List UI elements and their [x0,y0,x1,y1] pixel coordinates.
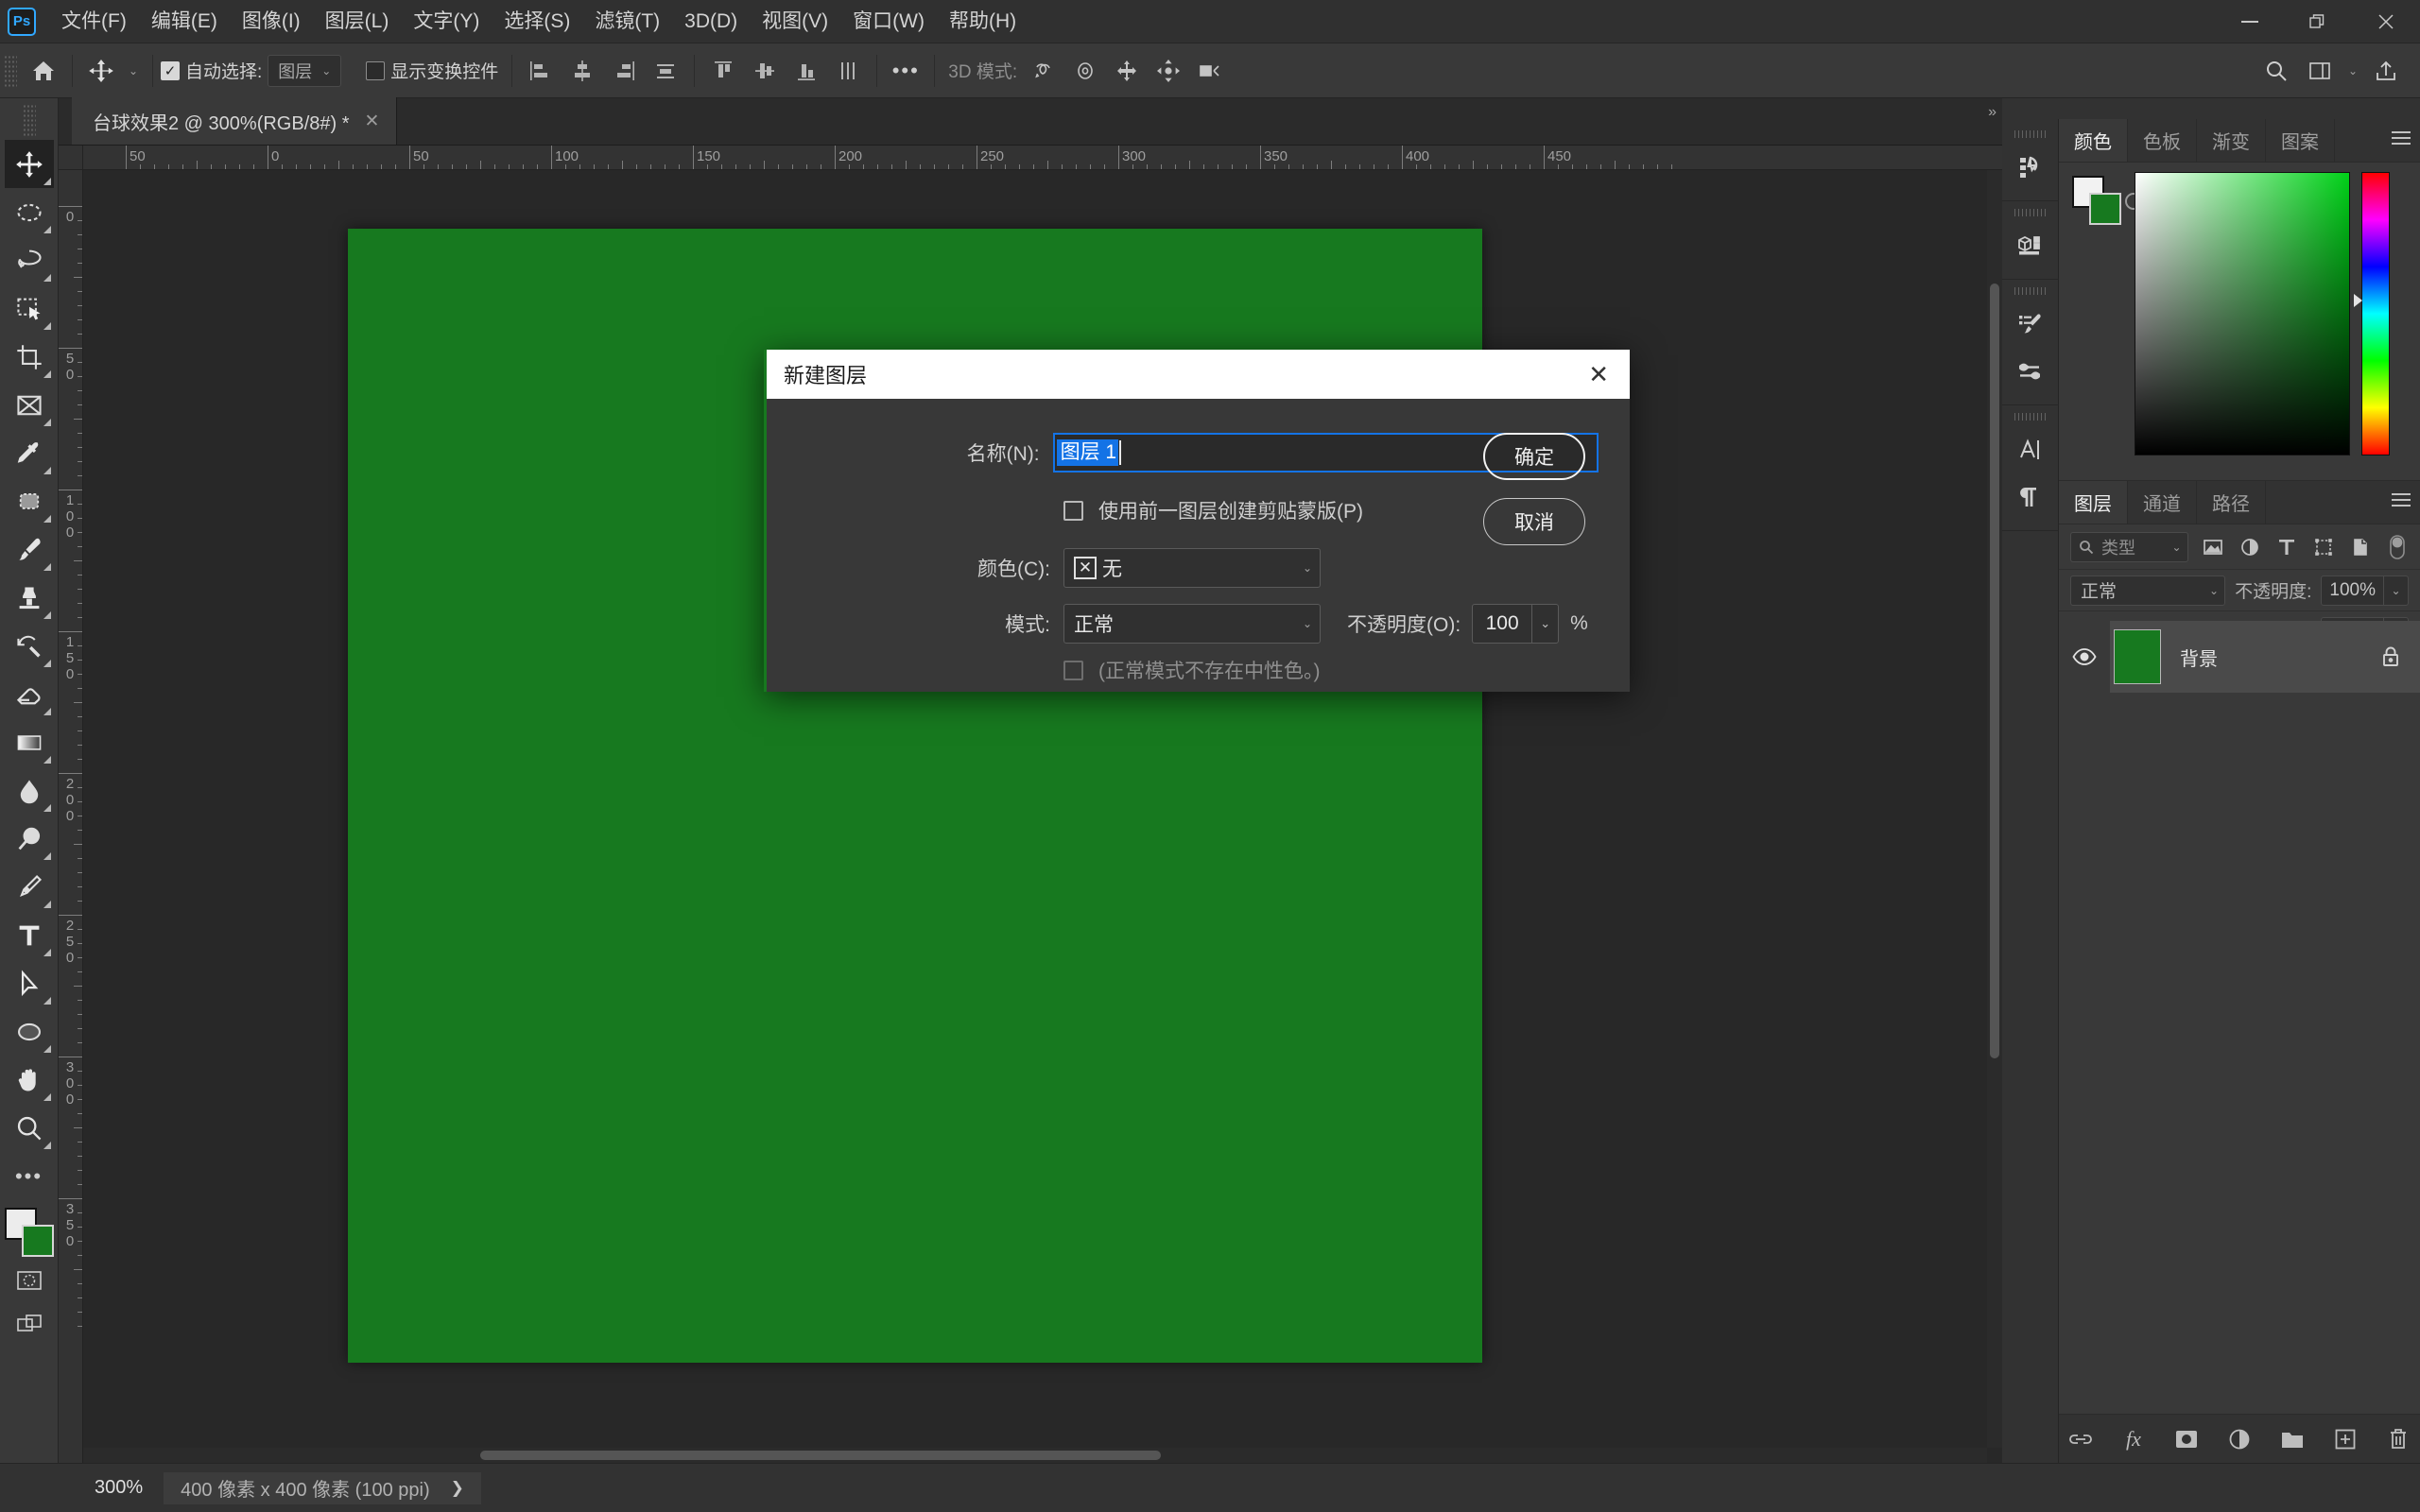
blend-mode-dropdown[interactable]: 正常 ⌄ [1063,604,1321,644]
cancel-button[interactable]: 取消 [1483,498,1585,545]
chevron-down-icon: ⌄ [1302,561,1312,575]
opacity-input[interactable]: 100 ⌄ [1472,604,1560,644]
dialog-title-bar: 新建图层 ✕ [767,350,1630,399]
opacity-label: 不透明度(O): [1347,614,1461,636]
clipping-mask-label: 使用前一图层创建剪贴蒙版(P) [1098,501,1363,523]
photoshop-window: Ps 文件(F) 编辑(E) 图像(I) 图层(L) 文字(Y) 选择(S) 滤… [0,0,2420,1512]
clipping-mask-checkbox[interactable] [1063,500,1083,521]
blend-mode-value: 正常 [1074,614,1114,636]
percent-label: % [1570,612,1588,634]
name-label: 名称(N): [966,443,1040,465]
text-caret [1119,440,1122,465]
ok-button[interactable]: 确定 [1483,433,1585,480]
chevron-down-icon: ⌄ [1302,617,1312,630]
dialog-title: 新建图层 [784,364,868,387]
layer-color-dropdown[interactable]: ✕ 无 ⌄ [1063,548,1321,588]
new-layer-dialog: 新建图层 ✕ 名称(N): 图层 1 使用前一图层创建剪贴蒙版(P) 颜色(C)… [764,350,1630,692]
layer-name-value: 图层 1 [1056,438,1119,467]
ok-button-label: 确定 [1514,447,1554,469]
chevron-down-icon[interactable]: ⌄ [1531,605,1558,643]
no-color-swatch-icon: ✕ [1074,557,1097,579]
dialog-close-icon[interactable]: ✕ [1582,362,1615,387]
color-label: 颜色(C): [977,558,1050,580]
layer-color-value: 无 [1102,558,1122,580]
opacity-value: 100 [1485,612,1519,634]
cancel-button-label: 取消 [1514,512,1554,534]
modal-overlay: 新建图层 ✕ 名称(N): 图层 1 使用前一图层创建剪贴蒙版(P) 颜色(C)… [0,0,2420,1512]
neutral-color-checkbox [1063,660,1083,680]
dialog-body: 名称(N): 图层 1 使用前一图层创建剪贴蒙版(P) 颜色(C): ✕ 无 ⌄… [767,399,1630,692]
mode-label: 模式: [1005,614,1050,636]
neutral-color-note: (正常模式不存在中性色。) [1098,661,1321,682]
